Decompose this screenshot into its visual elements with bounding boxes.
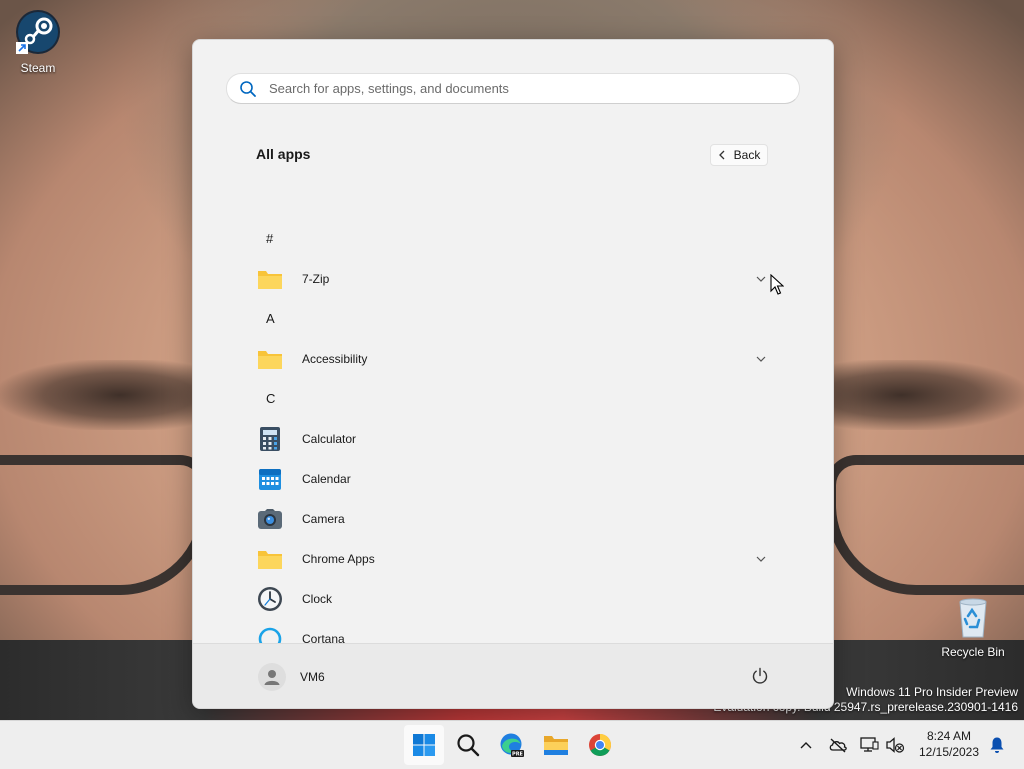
app-item-camera[interactable]: Camera	[251, 501, 781, 537]
back-button[interactable]: Back	[710, 144, 768, 166]
all-apps-heading: All apps	[256, 146, 311, 162]
chevron-up-icon	[800, 742, 812, 749]
clock-time: 8:24 AM	[926, 729, 972, 743]
recycle-bin-icon	[935, 596, 1011, 643]
desktop-icon-recycle-bin[interactable]: Recycle Bin	[935, 596, 1011, 659]
folder-icon	[257, 346, 283, 372]
clock-icon	[257, 586, 283, 612]
app-item-calculator[interactable]: Calculator	[251, 421, 781, 457]
taskbar-search-button[interactable]	[448, 725, 488, 765]
steam-icon	[0, 8, 76, 59]
power-icon	[752, 667, 768, 684]
chevron-down-icon[interactable]	[756, 554, 766, 564]
app-label: Calculator	[302, 432, 357, 446]
app-item-calendar[interactable]: Calendar	[251, 461, 781, 497]
cloud-offline-icon	[829, 738, 847, 753]
folder-icon	[257, 546, 283, 572]
group-header-hash[interactable]: #	[266, 231, 273, 246]
desktop-icon-label: Steam	[20, 61, 56, 75]
mouse-cursor	[770, 273, 785, 301]
show-hidden-icons-button[interactable]	[794, 733, 818, 757]
search-icon	[457, 734, 480, 757]
chevron-down-icon[interactable]	[756, 354, 766, 364]
avatar[interactable]	[258, 663, 286, 691]
bell-icon	[990, 737, 1004, 753]
all-apps-list[interactable]: # 7-Zip A Accessibility C Calculator Cal…	[193, 179, 833, 643]
app-label: Camera	[302, 512, 345, 526]
chrome-icon	[589, 734, 611, 756]
app-item-clock[interactable]: Clock	[251, 581, 781, 617]
wallpaper-detail	[826, 455, 1024, 595]
start-menu: All apps Back # 7-Zip A Accessibility C	[192, 39, 834, 709]
cortana-icon	[257, 626, 283, 643]
app-label: Calendar	[302, 472, 351, 486]
desktop-icon-label: Recycle Bin	[941, 645, 1005, 659]
svg-text:PRE: PRE	[512, 752, 524, 758]
onedrive-tray-button[interactable]	[826, 733, 850, 757]
file-explorer-icon	[544, 736, 568, 755]
app-label: Cortana	[302, 632, 345, 643]
folder-icon	[257, 266, 283, 292]
wallpaper-detail	[820, 360, 1024, 430]
app-label: Accessibility	[302, 352, 368, 366]
volume-tray-button[interactable]	[883, 733, 907, 757]
edge-icon: PRE	[500, 733, 524, 758]
network-tray-button[interactable]	[857, 733, 881, 757]
windows-logo-icon	[413, 734, 435, 756]
app-label: 7-Zip	[302, 272, 330, 286]
power-button[interactable]	[748, 664, 772, 688]
group-header-c[interactable]: C	[266, 391, 275, 406]
user-icon	[264, 670, 280, 685]
chevron-down-icon[interactable]	[756, 274, 766, 284]
app-item-chrome-apps[interactable]: Chrome Apps	[251, 541, 781, 577]
app-item-cortana[interactable]: Cortana	[251, 621, 781, 643]
app-item-7zip[interactable]: 7-Zip	[251, 261, 781, 297]
app-label: Chrome Apps	[302, 552, 375, 566]
network-icon	[860, 737, 879, 752]
back-button-label: Back	[733, 148, 761, 162]
calendar-icon	[257, 466, 283, 492]
taskbar: PRE 8:24 AM 12/15/2023	[0, 720, 1024, 769]
search-icon	[240, 80, 256, 97]
search-input[interactable]	[267, 80, 771, 97]
wallpaper-detail	[0, 360, 200, 430]
taskbar-edge-button[interactable]: PRE	[492, 725, 532, 765]
app-item-accessibility[interactable]: Accessibility	[251, 341, 781, 377]
start-button[interactable]	[404, 725, 444, 765]
start-menu-footer: VM6	[193, 643, 833, 708]
start-search-box[interactable]	[226, 73, 800, 104]
taskbar-clock[interactable]: 8:24 AM 12/15/2023	[912, 728, 986, 760]
app-label: Clock	[302, 592, 333, 606]
camera-icon	[257, 506, 283, 532]
user-name[interactable]: VM6	[300, 670, 325, 684]
desktop-icon-steam[interactable]: Steam	[0, 8, 76, 75]
clock-date: 12/15/2023	[918, 745, 980, 759]
wallpaper-detail	[0, 455, 210, 595]
group-header-a[interactable]: A	[266, 311, 275, 326]
taskbar-file-explorer-button[interactable]	[536, 725, 576, 765]
chevron-left-icon	[718, 150, 725, 160]
calculator-icon	[257, 426, 283, 452]
notifications-button[interactable]	[985, 733, 1009, 757]
volume-muted-icon	[886, 737, 905, 753]
taskbar-chrome-button[interactable]	[580, 725, 620, 765]
